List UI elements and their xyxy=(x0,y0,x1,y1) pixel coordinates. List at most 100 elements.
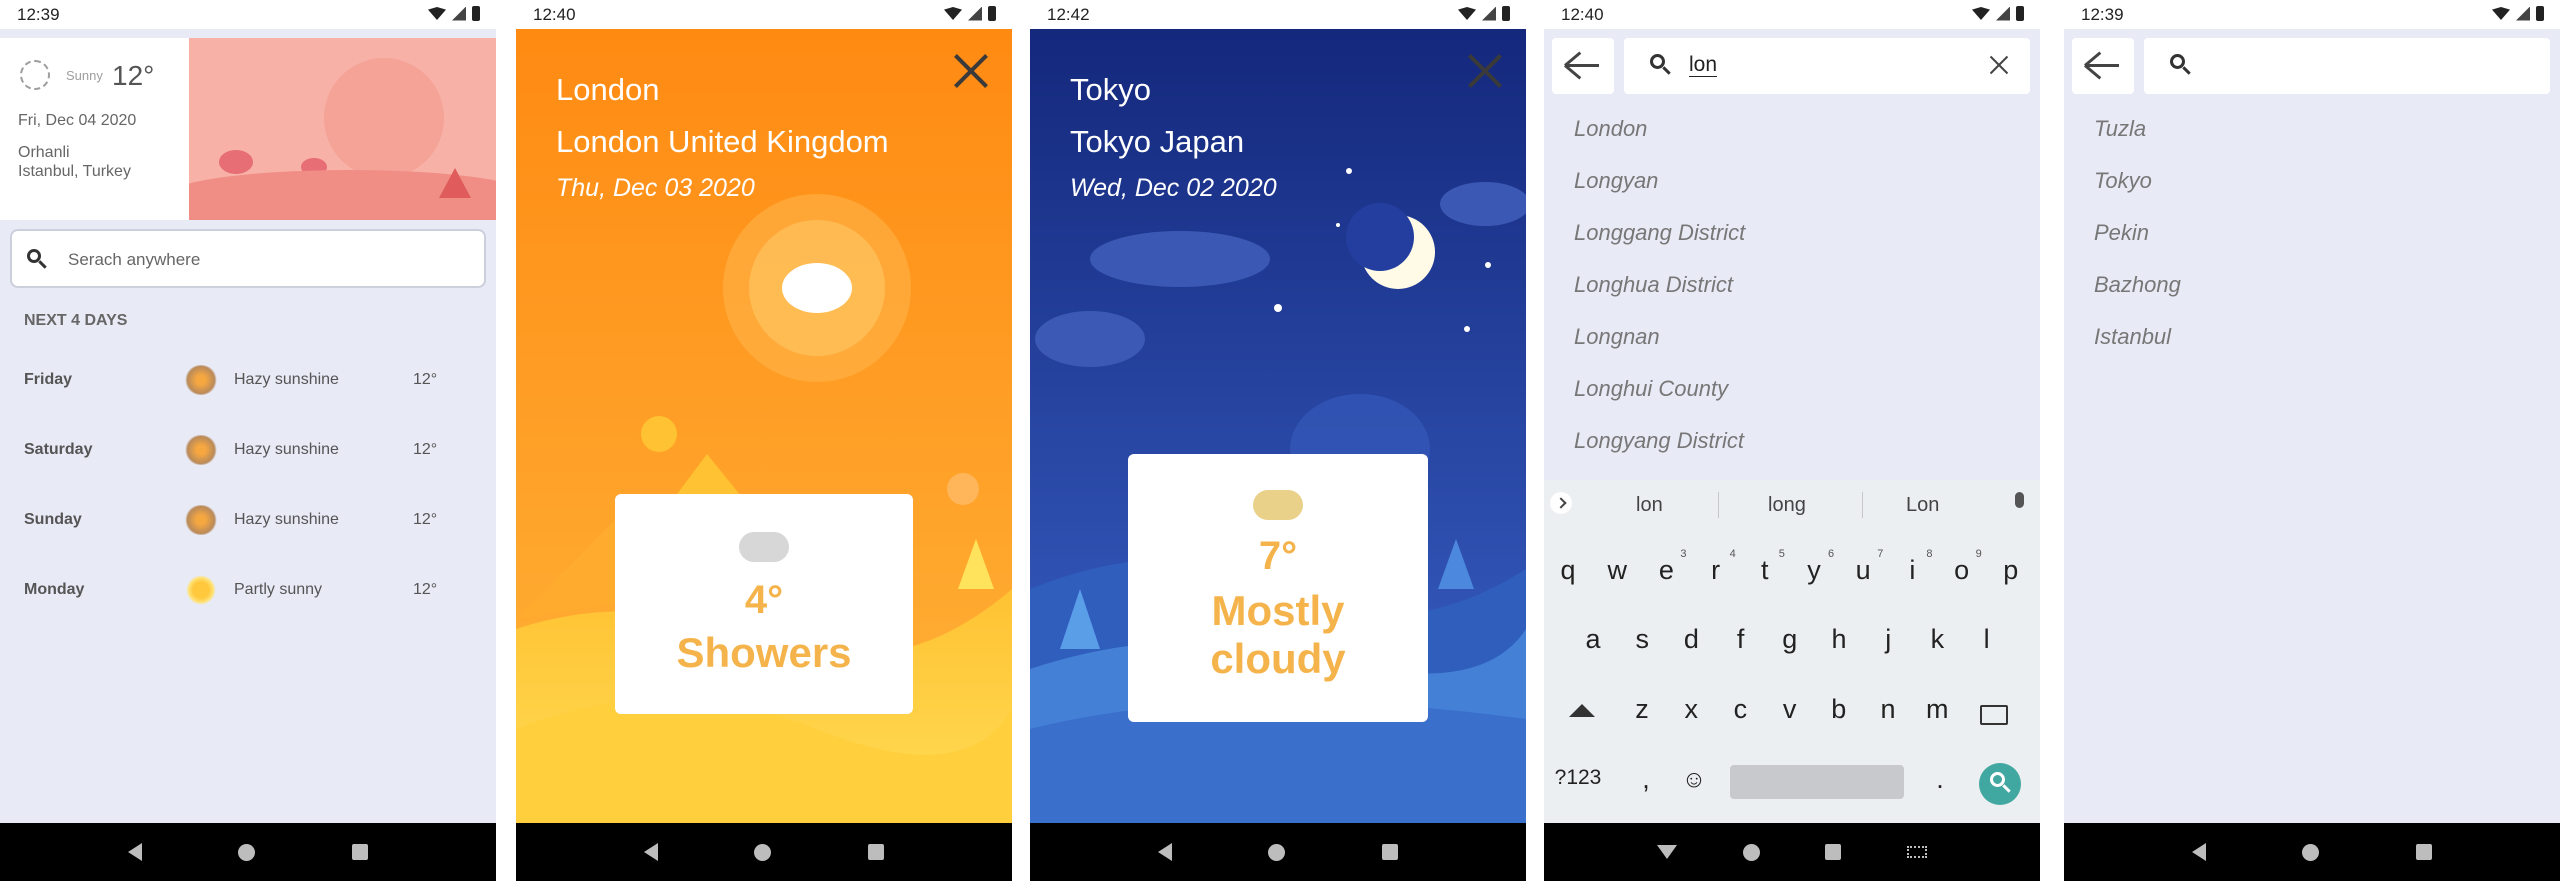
search-result[interactable]: Longhua District xyxy=(1574,272,1733,298)
search-result[interactable]: London xyxy=(1574,116,1647,142)
nav-recents-icon[interactable] xyxy=(867,844,884,860)
wifi-icon xyxy=(428,7,446,20)
recent-search-item[interactable]: Bazhong xyxy=(2094,272,2181,298)
recent-search-item[interactable]: Tuzla xyxy=(2094,116,2146,142)
partly-sunny-icon xyxy=(184,575,218,605)
forecast-day: Saturday xyxy=(24,441,93,458)
clear-icon[interactable] xyxy=(1988,54,2010,76)
search-screen-typing: 12:40 lon London Longyan Longgang Distri… xyxy=(1544,0,2040,881)
key-a[interactable]: a xyxy=(1571,624,1615,655)
space-key[interactable] xyxy=(1730,765,1904,799)
chevron-right-icon[interactable] xyxy=(1550,492,1572,514)
city-name: London xyxy=(556,72,660,107)
forecast-row[interactable]: Monday Partly sunny 12° xyxy=(0,571,496,611)
key-d[interactable]: d xyxy=(1669,624,1713,655)
search-result[interactable]: Longnan xyxy=(1574,324,1660,350)
recent-search-item[interactable]: Istanbul xyxy=(2094,324,2171,350)
nav-home-icon[interactable] xyxy=(754,843,772,861)
forecast-row[interactable]: Friday Hazy sunshine 12° xyxy=(0,361,496,401)
key-b[interactable]: b xyxy=(1817,694,1861,725)
key-hint: 4 xyxy=(1729,548,1736,560)
suggestion[interactable]: lon xyxy=(1636,494,1663,517)
status-time: 12:42 xyxy=(1047,5,1090,24)
search-result[interactable]: Longhui County xyxy=(1574,376,1728,402)
forecast-temp: 12° xyxy=(413,581,438,598)
forecast-temp: 12° xyxy=(413,511,438,528)
nav-back-icon[interactable] xyxy=(644,843,659,861)
back-button[interactable] xyxy=(2072,38,2134,94)
current-date: Fri, Dec 04 2020 xyxy=(18,112,137,129)
forecast-temp: 12° xyxy=(413,371,438,388)
microphone-icon[interactable] xyxy=(2015,492,2024,508)
sunny-icon xyxy=(20,60,50,90)
key-v[interactable]: v xyxy=(1768,694,1812,725)
key-hint: 6 xyxy=(1828,548,1835,560)
key-n[interactable]: n xyxy=(1866,694,1910,725)
keyboard-switch-icon[interactable] xyxy=(1907,846,1928,858)
suggestion[interactable]: Lon xyxy=(1906,494,1939,517)
hide-keyboard-icon[interactable] xyxy=(1656,845,1677,859)
key-g[interactable]: g xyxy=(1768,624,1812,655)
recent-search-item[interactable]: Tokyo xyxy=(2094,168,2152,194)
key-x[interactable]: x xyxy=(1669,694,1713,725)
search-result[interactable]: Longyang District xyxy=(1574,428,1744,454)
key-p[interactable]: p xyxy=(1989,555,2033,586)
emoji-icon[interactable]: ☺ xyxy=(1672,766,1716,794)
key-k[interactable]: k xyxy=(1915,624,1959,655)
tokyo-detail-screen: 12:42 Tokyo Tokyo Japan Wed, Dec 02 2020… xyxy=(1030,0,1526,881)
close-button[interactable] xyxy=(1466,52,1504,90)
shift-icon[interactable] xyxy=(1569,704,1595,717)
key-hint: 5 xyxy=(1778,548,1785,560)
key-z[interactable]: z xyxy=(1620,694,1664,725)
search-icon xyxy=(27,249,41,263)
suggestion[interactable]: long xyxy=(1768,494,1806,517)
wifi-icon xyxy=(1458,7,1476,20)
recent-search-item[interactable]: Pekin xyxy=(2094,220,2149,246)
current-weather-card[interactable]: Sunny 12° Fri, Dec 04 2020 Orhanli Istan… xyxy=(0,38,496,220)
navigation-bar xyxy=(1544,823,2040,881)
search-input[interactable]: lon xyxy=(1624,38,2030,94)
current-condition: Sunny xyxy=(66,68,103,83)
search-screen-empty: 12:39 Tuzla Tokyo Pekin Bazhong Istanbul xyxy=(2064,0,2560,881)
nav-recents-icon[interactable] xyxy=(351,844,368,860)
nav-home-icon[interactable] xyxy=(1742,843,1760,861)
forecast-date: Thu, Dec 03 2020 xyxy=(556,174,755,202)
key-f[interactable]: f xyxy=(1719,624,1763,655)
key-j[interactable]: j xyxy=(1866,624,1910,655)
back-button[interactable] xyxy=(1552,38,1614,94)
search-input[interactable] xyxy=(2144,38,2550,94)
key-hint: 7 xyxy=(1877,548,1884,560)
backspace-icon[interactable] xyxy=(1980,705,2008,725)
period-key[interactable]: . xyxy=(1918,764,1962,795)
search-anywhere-input[interactable]: Serach anywhere xyxy=(10,229,486,288)
comma-key[interactable]: , xyxy=(1624,764,1668,795)
key-w[interactable]: w xyxy=(1595,555,1639,586)
key-h[interactable]: h xyxy=(1817,624,1861,655)
nav-recents-icon[interactable] xyxy=(1825,844,1842,860)
forecast-row[interactable]: Sunday Hazy sunshine 12° xyxy=(0,501,496,541)
nav-back-icon[interactable] xyxy=(128,843,143,861)
nav-home-icon[interactable] xyxy=(238,843,256,861)
forecast-condition: Hazy sunshine xyxy=(234,371,339,388)
nav-back-icon[interactable] xyxy=(2192,843,2207,861)
nav-home-icon[interactable] xyxy=(2302,843,2320,861)
home-screen: 12:39 Sunny 12° Fri, Dec 04 2020 Orhanli… xyxy=(0,0,496,881)
nav-recents-icon[interactable] xyxy=(2415,844,2432,860)
nav-back-icon[interactable] xyxy=(1158,843,1173,861)
symbols-key[interactable]: ?123 xyxy=(1548,766,1608,790)
keyboard-search-button[interactable] xyxy=(1979,763,2021,805)
search-icon xyxy=(1650,54,1665,69)
key-s[interactable]: s xyxy=(1620,624,1664,655)
search-result[interactable]: Longgang District xyxy=(1574,220,1745,246)
key-l[interactable]: l xyxy=(1965,624,2009,655)
condition-line-2: cloudy xyxy=(1210,635,1346,682)
nav-home-icon[interactable] xyxy=(1268,843,1286,861)
key-m[interactable]: m xyxy=(1915,694,1959,725)
nav-recents-icon[interactable] xyxy=(1381,844,1398,860)
search-result[interactable]: Longyan xyxy=(1574,168,1658,194)
key-q[interactable]: q xyxy=(1546,555,1590,586)
signal-icon xyxy=(1996,6,2010,21)
close-button[interactable] xyxy=(952,52,990,90)
forecast-row[interactable]: Saturday Hazy sunshine 12° xyxy=(0,431,496,471)
key-c[interactable]: c xyxy=(1718,694,1762,725)
